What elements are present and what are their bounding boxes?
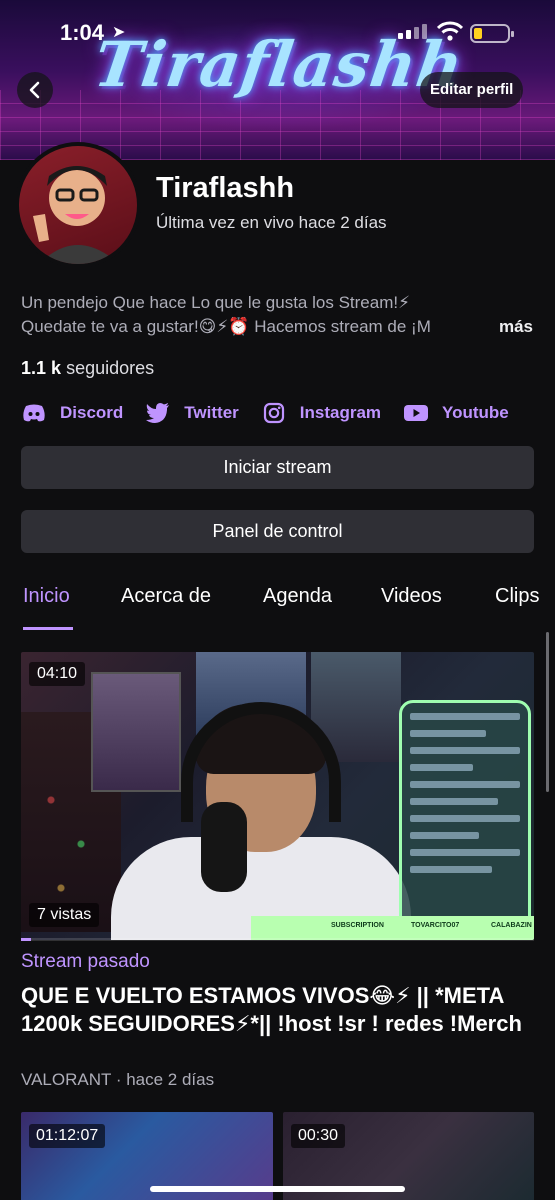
channel-tabs: Inicio Acerca de Agenda Videos Clips [0, 585, 555, 633]
social-link-discord[interactable]: Discord [21, 402, 123, 424]
bio-more-link[interactable]: más [494, 315, 533, 339]
tab-inicio[interactable]: Inicio [23, 585, 73, 633]
bio-line: Quedate te va a gustar!😋⚡⏰ Hacemos strea… [21, 317, 431, 336]
tab-acerca-de[interactable]: Acerca de [121, 585, 211, 633]
back-button[interactable] [17, 72, 53, 108]
followers-label: seguidores [66, 358, 155, 378]
avatar-illustration [33, 166, 119, 264]
video-time-ago: hace 2 días [126, 1070, 215, 1089]
video-views: 7 vistas [29, 903, 100, 927]
social-link-twitter[interactable]: Twitter [145, 402, 239, 424]
status-time: 1:04 [60, 20, 105, 45]
video-duration: 00:30 [291, 1124, 346, 1148]
meta-separator: · [115, 1070, 127, 1089]
chevron-left-icon [29, 81, 40, 99]
tab-agenda[interactable]: Agenda [263, 585, 332, 633]
instagram-icon [261, 402, 287, 424]
social-link-youtube[interactable]: Youtube [403, 402, 509, 424]
watch-progress-bar [21, 938, 534, 941]
featured-video-thumbnail[interactable]: SUBSCRIPTION TOVARCITO07 CALABAZIN [21, 652, 534, 940]
avatar[interactable] [15, 142, 141, 268]
last-live-text: Última vez en vivo hace 2 días [156, 213, 387, 232]
social-label: Twitter [184, 403, 239, 422]
social-label: Instagram [299, 403, 382, 422]
social-label: Youtube [442, 403, 509, 422]
followers-count: 1.1 k seguidores [21, 358, 154, 379]
bio-line: Un pendejo Que hace Lo que le gusta los … [21, 293, 411, 312]
cellular-signal-icon [398, 24, 427, 39]
twitter-icon [145, 402, 171, 424]
channel-name: Tiraflashh [156, 172, 295, 204]
start-stream-button[interactable]: Iniciar stream [21, 446, 534, 489]
scrollbar[interactable] [546, 632, 549, 792]
video-meta: VALORANT · hace 2 días [21, 1070, 214, 1090]
tab-videos[interactable]: Videos [381, 585, 442, 633]
edit-profile-button[interactable]: Editar perfil [420, 72, 524, 108]
channel-bio: Un pendejo Que hace Lo que le gusta los … [21, 291, 541, 339]
followers-number: 1.1 k [21, 358, 62, 378]
location-arrow-icon: ➤ [112, 24, 126, 41]
video-duration: 01:12:07 [29, 1124, 106, 1148]
battery-icon [470, 24, 514, 43]
video-title[interactable]: QUE E VUELTO ESTAMOS VIVOS😂⚡ || *META 12… [21, 982, 536, 1038]
video-duration: 04:10 [29, 662, 86, 686]
social-links: Discord Twitter Instagram Youtube [21, 400, 531, 426]
discord-icon [21, 402, 47, 424]
video-type-label: Stream pasado [21, 951, 150, 972]
video-game[interactable]: VALORANT [21, 1070, 111, 1089]
social-label: Discord [60, 403, 124, 422]
control-panel-button[interactable]: Panel de control [21, 510, 534, 553]
wifi-icon [437, 21, 463, 41]
social-link-instagram[interactable]: Instagram [261, 402, 381, 424]
youtube-icon [403, 402, 429, 424]
home-indicator[interactable] [150, 1186, 405, 1192]
status-bar: 1:04 ➤ [0, 0, 555, 64]
tab-clips[interactable]: Clips [495, 585, 539, 633]
